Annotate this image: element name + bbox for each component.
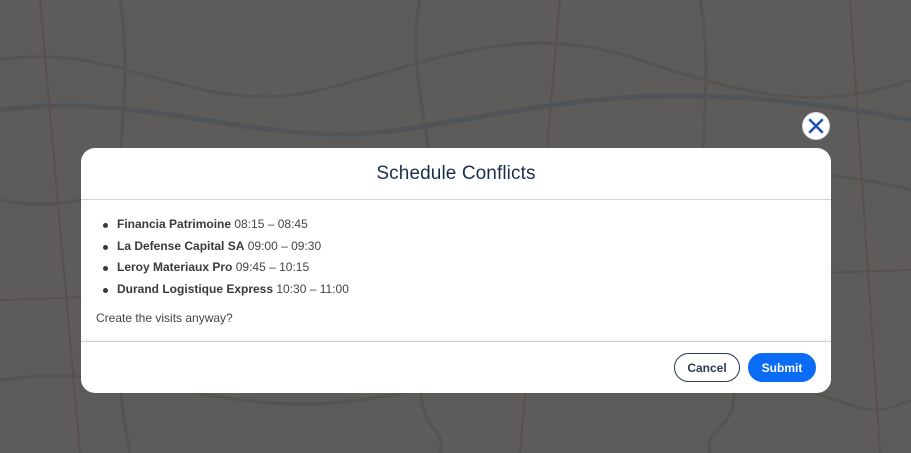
conflict-time-range: 09:45 – 10:15: [235, 260, 310, 274]
dialog-header: Schedule Conflicts: [81, 148, 831, 200]
conflict-item: Leroy Materiaux Pro 09:45 – 10:15: [103, 257, 816, 279]
conflict-list: Financia Patrimoine 08:15 – 08:45 La Def…: [96, 214, 816, 300]
conflict-time-range: 08:15 – 08:45: [234, 217, 308, 231]
schedule-conflicts-dialog: Schedule Conflicts Financia Patrimoine 0…: [81, 148, 831, 393]
submit-button[interactable]: Submit: [748, 353, 816, 382]
confirmation-prompt: Create the visits anyway?: [96, 311, 233, 325]
cancel-button[interactable]: Cancel: [674, 353, 740, 382]
conflict-client-name: Leroy Materiaux Pro: [117, 260, 233, 274]
dialog-body: Financia Patrimoine 08:15 – 08:45 La Def…: [81, 200, 831, 342]
conflict-client-name: Durand Logistique Express: [117, 281, 274, 296]
conflict-item: Financia Patrimoine 08:15 – 08:45: [103, 214, 816, 236]
conflict-item: Durand Logistique Express 10:30 – 11:00: [103, 279, 816, 301]
dialog-footer: Cancel Submit: [81, 342, 831, 393]
conflict-time-range: 09:00 – 09:30: [247, 238, 322, 253]
close-icon: [808, 118, 824, 134]
dialog-title: Schedule Conflicts: [376, 162, 536, 184]
conflict-item: La Defense Capital SA 09:00 – 09:30: [103, 236, 816, 258]
conflict-time-range: 10:30 – 11:00: [276, 281, 349, 296]
conflict-client-name: La Defense Capital SA: [117, 238, 245, 253]
close-button[interactable]: [802, 112, 830, 140]
conflict-client-name: Financia Patrimoine: [117, 217, 232, 231]
